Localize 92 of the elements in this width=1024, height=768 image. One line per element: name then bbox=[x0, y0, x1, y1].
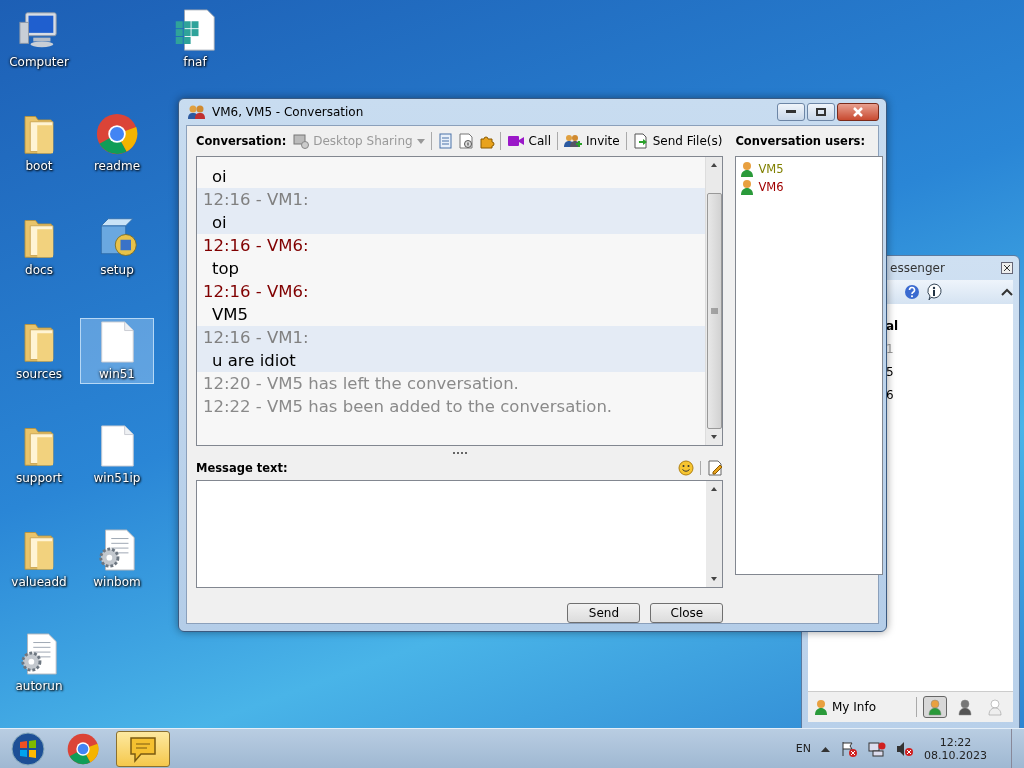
clock[interactable]: 12:22 08.10.2023 bbox=[924, 735, 987, 762]
icon-label: readme bbox=[93, 159, 141, 173]
toolbar-button[interactable]: Invite bbox=[563, 133, 621, 149]
collapse-icon[interactable] bbox=[1001, 288, 1013, 296]
icon-label: support bbox=[15, 471, 63, 485]
message-label: Message text: bbox=[196, 461, 288, 475]
splitter-grip-icon[interactable] bbox=[452, 451, 467, 455]
user-name[interactable]: VM5 bbox=[758, 162, 784, 176]
icon-label: sources bbox=[15, 367, 63, 381]
desktop-icon[interactable]: readme bbox=[80, 110, 154, 176]
chrome-icon bbox=[67, 732, 99, 765]
event-text: 12:20 - VM5 has left the conversation. bbox=[202, 373, 520, 395]
flag-error-icon[interactable] bbox=[840, 740, 858, 757]
desktop-script-icon bbox=[97, 529, 137, 571]
people-add-icon bbox=[564, 133, 582, 149]
network-error-icon[interactable] bbox=[868, 740, 886, 757]
window-title: essenger bbox=[890, 261, 945, 275]
maximize-icon bbox=[816, 108, 826, 116]
message-text: u are idiot bbox=[211, 350, 297, 372]
dialog-button[interactable]: Close bbox=[650, 603, 724, 623]
maximize-button[interactable] bbox=[807, 103, 835, 121]
icon-label: win51ip bbox=[93, 471, 141, 485]
desktop-icon[interactable]: docs bbox=[2, 214, 76, 280]
smiley-icon[interactable] bbox=[678, 460, 695, 476]
message-header: 12:16 - VM1: bbox=[202, 189, 310, 211]
icon-label: fnaf bbox=[183, 55, 207, 69]
taskbar-app-button[interactable] bbox=[116, 730, 170, 767]
icon-label: docs bbox=[25, 263, 53, 277]
my-info-button[interactable]: My Info bbox=[814, 699, 876, 715]
send-file-icon bbox=[632, 133, 649, 149]
icon-label: win51 bbox=[99, 367, 135, 381]
group-name[interactable]: al bbox=[886, 318, 1013, 335]
desktop-script-icon bbox=[19, 633, 59, 675]
close-icon[interactable] bbox=[1001, 262, 1013, 274]
icon-label: winbom bbox=[93, 575, 141, 589]
contact-name[interactable]: 1 bbox=[886, 341, 1013, 358]
user-icon bbox=[814, 699, 828, 715]
message-text: oi bbox=[211, 166, 228, 188]
contact-name[interactable]: 5 bbox=[886, 364, 1013, 381]
user-name[interactable]: VM6 bbox=[758, 180, 784, 194]
icon-label: Computer bbox=[9, 55, 69, 69]
grip-icon bbox=[710, 308, 718, 314]
message-header: 12:16 - VM1: bbox=[202, 327, 310, 349]
icon-label: autorun bbox=[15, 679, 63, 693]
users-label: Conversation users: bbox=[735, 134, 865, 148]
event-text: 12:22 - VM5 has been added to the conversation. bbox=[202, 396, 614, 418]
desktop-icon[interactable]: setup bbox=[80, 214, 154, 280]
icon-label: valueadd bbox=[11, 575, 67, 589]
desktop-file-icon bbox=[99, 321, 135, 363]
help-icon[interactable] bbox=[904, 284, 920, 300]
message-input[interactable] bbox=[196, 480, 724, 588]
close-icon bbox=[853, 107, 863, 117]
status-button[interactable] bbox=[923, 696, 947, 718]
language-indicator[interactable]: EN bbox=[795, 742, 811, 755]
desktop-file-icon bbox=[99, 425, 135, 467]
message-header: 12:16 - VM6: bbox=[202, 281, 310, 303]
icon-label: setup bbox=[100, 263, 134, 277]
desktop-icon[interactable]: winbom bbox=[80, 526, 154, 592]
desktop-icon[interactable]: valueadd bbox=[2, 526, 76, 592]
desktop-icon[interactable]: win51ip bbox=[80, 422, 154, 488]
user-icon bbox=[740, 161, 755, 177]
conversation-label: Conversation: bbox=[196, 134, 287, 148]
speaker-muted-icon[interactable] bbox=[896, 740, 914, 757]
puzzle-icon[interactable] bbox=[478, 133, 495, 149]
caret-icon bbox=[416, 138, 425, 144]
message-text: VM5 bbox=[211, 304, 250, 326]
minimize-button[interactable] bbox=[777, 103, 805, 121]
desktop-icon[interactable]: fnaf bbox=[158, 6, 232, 72]
document-info-icon[interactable] bbox=[457, 133, 474, 149]
user-icon bbox=[740, 179, 755, 195]
people-icon bbox=[188, 104, 206, 120]
desktop-icon[interactable]: sources bbox=[2, 318, 76, 384]
contact-name[interactable]: 6 bbox=[886, 387, 1013, 404]
message-text: oi bbox=[211, 212, 228, 234]
edit-document-icon[interactable] bbox=[707, 460, 724, 476]
scrollbar[interactable] bbox=[705, 157, 723, 445]
desktop-icon[interactable]: boot bbox=[2, 110, 76, 176]
desktop-sharing-icon bbox=[293, 133, 310, 149]
toolbar-button[interactable]: Call bbox=[505, 134, 552, 148]
window-title: VM6, VM5 - Conversation bbox=[212, 105, 365, 119]
minimize-icon bbox=[786, 110, 796, 114]
desktop-icon[interactable]: support bbox=[2, 422, 76, 488]
info-icon[interactable] bbox=[926, 283, 942, 301]
dialog-button[interactable]: Send bbox=[567, 603, 641, 623]
show-hidden-icons-icon[interactable] bbox=[821, 745, 830, 752]
message-header: 12:16 - VM6: bbox=[202, 235, 310, 257]
message-text: top bbox=[211, 258, 241, 280]
close-button[interactable] bbox=[837, 103, 879, 121]
icon-label: boot bbox=[25, 159, 53, 173]
desktop-icon[interactable]: Computer bbox=[2, 6, 76, 72]
toolbar-button[interactable]: Send File(s) bbox=[631, 133, 724, 149]
video-camera-icon bbox=[506, 134, 525, 148]
